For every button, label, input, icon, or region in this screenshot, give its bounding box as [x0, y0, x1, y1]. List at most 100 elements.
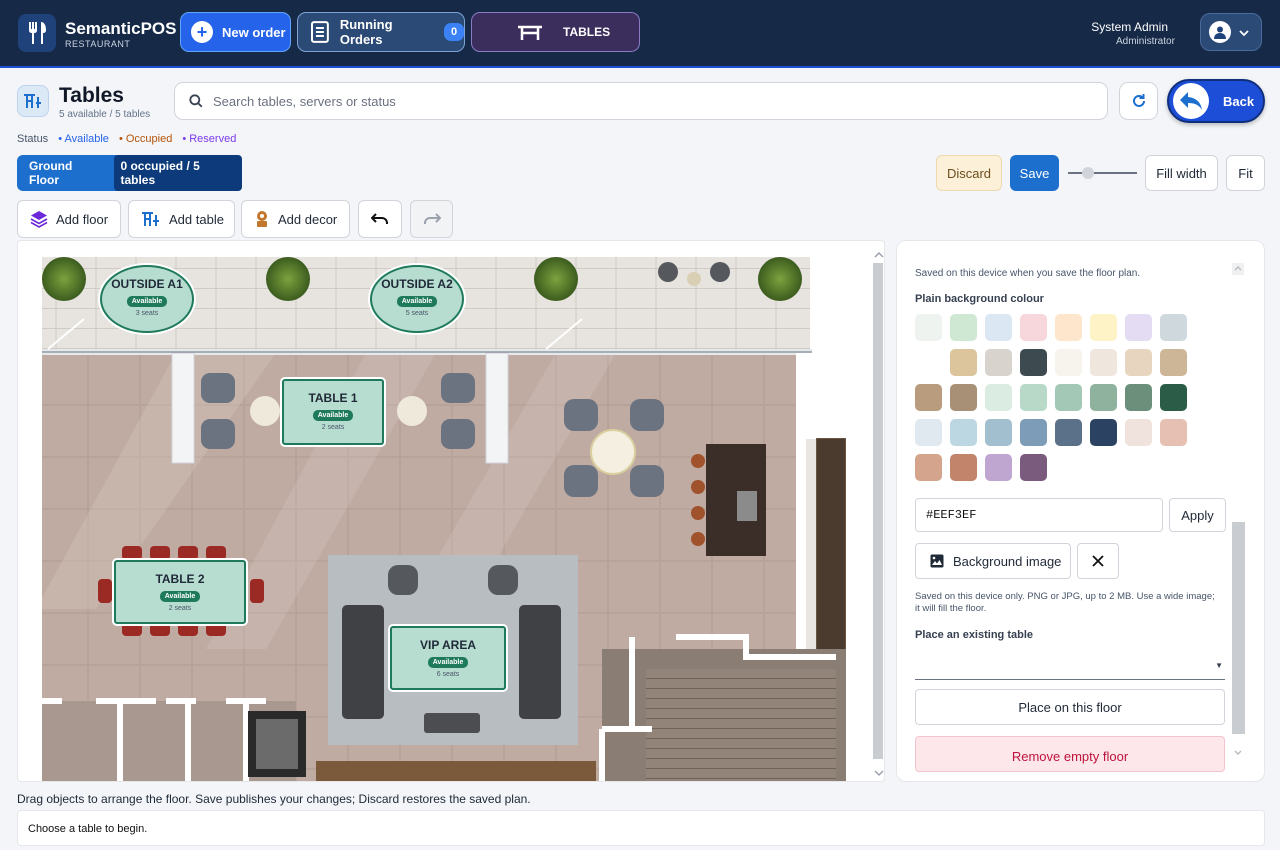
- floor-plan-canvas[interactable]: OUTSIDE A1 Available 3 seats OUTSIDE A2 …: [17, 240, 885, 782]
- zoom-slider-track: [1068, 172, 1137, 174]
- utensils-icon: [18, 14, 56, 52]
- zoom-slider-thumb[interactable]: [1082, 167, 1095, 179]
- background-image-button[interactable]: Background image: [915, 543, 1071, 579]
- colour-swatch[interactable]: [1020, 314, 1047, 341]
- colour-swatch[interactable]: [950, 384, 977, 411]
- colour-swatch[interactable]: [1125, 384, 1152, 411]
- canvas-scrollbar-thumb[interactable]: [873, 263, 883, 759]
- colour-swatch[interactable]: [915, 384, 942, 411]
- colour-swatch[interactable]: [950, 314, 977, 341]
- colour-swatch[interactable]: [985, 314, 1012, 341]
- table-name: VIP AREA: [419, 638, 476, 652]
- colour-swatch[interactable]: [1125, 314, 1152, 341]
- colour-swatch[interactable]: [1160, 384, 1187, 411]
- add-decor-button[interactable]: Add decor: [241, 200, 350, 238]
- table-table-1[interactable]: TABLE 1 Available 2 seats: [282, 379, 384, 445]
- existing-table-select[interactable]: ▼: [915, 649, 1225, 680]
- colour-swatch[interactable]: [985, 454, 1012, 481]
- floor-tab-ground[interactable]: Ground Floor 0 occupied / 5 tables: [17, 155, 242, 191]
- colour-swatch[interactable]: [1125, 349, 1152, 376]
- colour-swatch[interactable]: [915, 454, 942, 481]
- tables-nav-label: TABLES: [563, 25, 611, 39]
- fill-width-button[interactable]: Fill width: [1145, 155, 1218, 191]
- colour-swatch[interactable]: [985, 419, 1012, 446]
- colour-swatch[interactable]: [1055, 314, 1082, 341]
- refresh-button[interactable]: [1119, 82, 1158, 120]
- table-vip-area[interactable]: VIP AREA Available 6 seats: [390, 626, 506, 690]
- table-outside-a2[interactable]: OUTSIDE A2 Available 5 seats: [370, 265, 464, 333]
- clear-background-button[interactable]: [1077, 543, 1119, 579]
- colour-swatch[interactable]: [950, 454, 977, 481]
- table-seats: 2 seats: [321, 424, 345, 431]
- colour-swatch[interactable]: [985, 349, 1012, 376]
- colour-swatch[interactable]: [1020, 349, 1047, 376]
- user-menu-button[interactable]: [1200, 13, 1262, 51]
- new-order-label: New order: [222, 24, 286, 40]
- search-box[interactable]: [174, 82, 1108, 120]
- add-decor-label: Add decor: [278, 211, 338, 227]
- table-name: OUTSIDE A1: [111, 277, 183, 291]
- floor-plan[interactable]: OUTSIDE A1 Available 3 seats OUTSIDE A2 …: [36, 249, 865, 781]
- add-floor-button[interactable]: Add floor: [17, 200, 121, 238]
- colour-swatch[interactable]: [1160, 419, 1187, 446]
- colour-swatch[interactable]: [950, 419, 977, 446]
- table-outside-a1[interactable]: OUTSIDE A1 Available 3 seats: [100, 265, 194, 333]
- colour-swatch[interactable]: [1055, 349, 1082, 376]
- colour-swatch[interactable]: [1160, 349, 1187, 376]
- add-table-button[interactable]: Add table: [128, 200, 235, 238]
- panel-scrollbar[interactable]: [1230, 259, 1246, 764]
- table-seats: 3 seats: [135, 310, 159, 317]
- close-icon: [1092, 555, 1104, 567]
- undo-button[interactable]: [358, 200, 402, 238]
- colour-swatch[interactable]: [1090, 349, 1117, 376]
- user-role: Administrator: [1116, 36, 1175, 47]
- save-button[interactable]: Save: [1010, 155, 1059, 191]
- floor-tab-name: Ground Floor: [29, 159, 73, 187]
- colour-swatch[interactable]: [1020, 419, 1047, 446]
- remove-empty-floor-button[interactable]: Remove empty floor: [915, 736, 1225, 772]
- colour-swatch[interactable]: [1090, 314, 1117, 341]
- colour-swatch[interactable]: [1090, 419, 1117, 446]
- image-icon: [930, 554, 944, 568]
- colour-swatch[interactable]: [950, 349, 977, 376]
- tables-nav-button[interactable]: TABLES: [471, 12, 640, 52]
- colour-swatch[interactable]: [915, 419, 942, 446]
- place-on-floor-button[interactable]: Place on this floor: [915, 689, 1225, 725]
- colour-swatch[interactable]: [915, 349, 942, 376]
- table-status-badge: Available: [159, 591, 201, 602]
- running-orders-button[interactable]: Running Orders 0: [297, 12, 465, 52]
- colour-swatch[interactable]: [1125, 419, 1152, 446]
- colour-swatch[interactable]: [1160, 314, 1187, 341]
- table-seats: 6 seats: [436, 671, 460, 678]
- apply-colour-button[interactable]: Apply: [1169, 498, 1226, 532]
- fit-button[interactable]: Fit: [1226, 155, 1265, 191]
- canvas-scrollbar[interactable]: [871, 249, 884, 781]
- redo-button[interactable]: [410, 200, 453, 238]
- table-table-2[interactable]: TABLE 2 Available 2 seats: [114, 560, 246, 624]
- scroll-down-icon: [1234, 750, 1242, 755]
- colour-swatch[interactable]: [1020, 384, 1047, 411]
- colour-swatch[interactable]: [1055, 419, 1082, 446]
- zoom-slider[interactable]: [1068, 166, 1137, 180]
- hex-colour-input[interactable]: #EEF3EF: [915, 498, 1163, 532]
- discard-button[interactable]: Discard: [936, 155, 1002, 191]
- undo-icon: [371, 213, 388, 224]
- add-floor-label: Add floor: [56, 211, 109, 227]
- redo-icon: [423, 213, 441, 224]
- receipt-icon: [310, 21, 329, 43]
- table-name: TABLE 2: [155, 572, 205, 586]
- colour-swatch[interactable]: [915, 314, 942, 341]
- new-order-button[interactable]: + New order: [180, 12, 291, 52]
- back-button[interactable]: Back: [1167, 79, 1265, 123]
- search-input[interactable]: [213, 93, 1013, 109]
- legend-label: Status: [17, 133, 49, 145]
- colour-swatch[interactable]: [1055, 384, 1082, 411]
- scroll-up-icon: [874, 251, 884, 258]
- place-table-heading: Place an existing table: [915, 629, 1033, 641]
- add-table-icon: [142, 212, 159, 226]
- colour-swatch[interactable]: [1020, 454, 1047, 481]
- table-seats: 5 seats: [405, 310, 429, 317]
- colour-swatch[interactable]: [985, 384, 1012, 411]
- panel-scrollbar-thumb[interactable]: [1232, 522, 1245, 734]
- colour-swatch[interactable]: [1090, 384, 1117, 411]
